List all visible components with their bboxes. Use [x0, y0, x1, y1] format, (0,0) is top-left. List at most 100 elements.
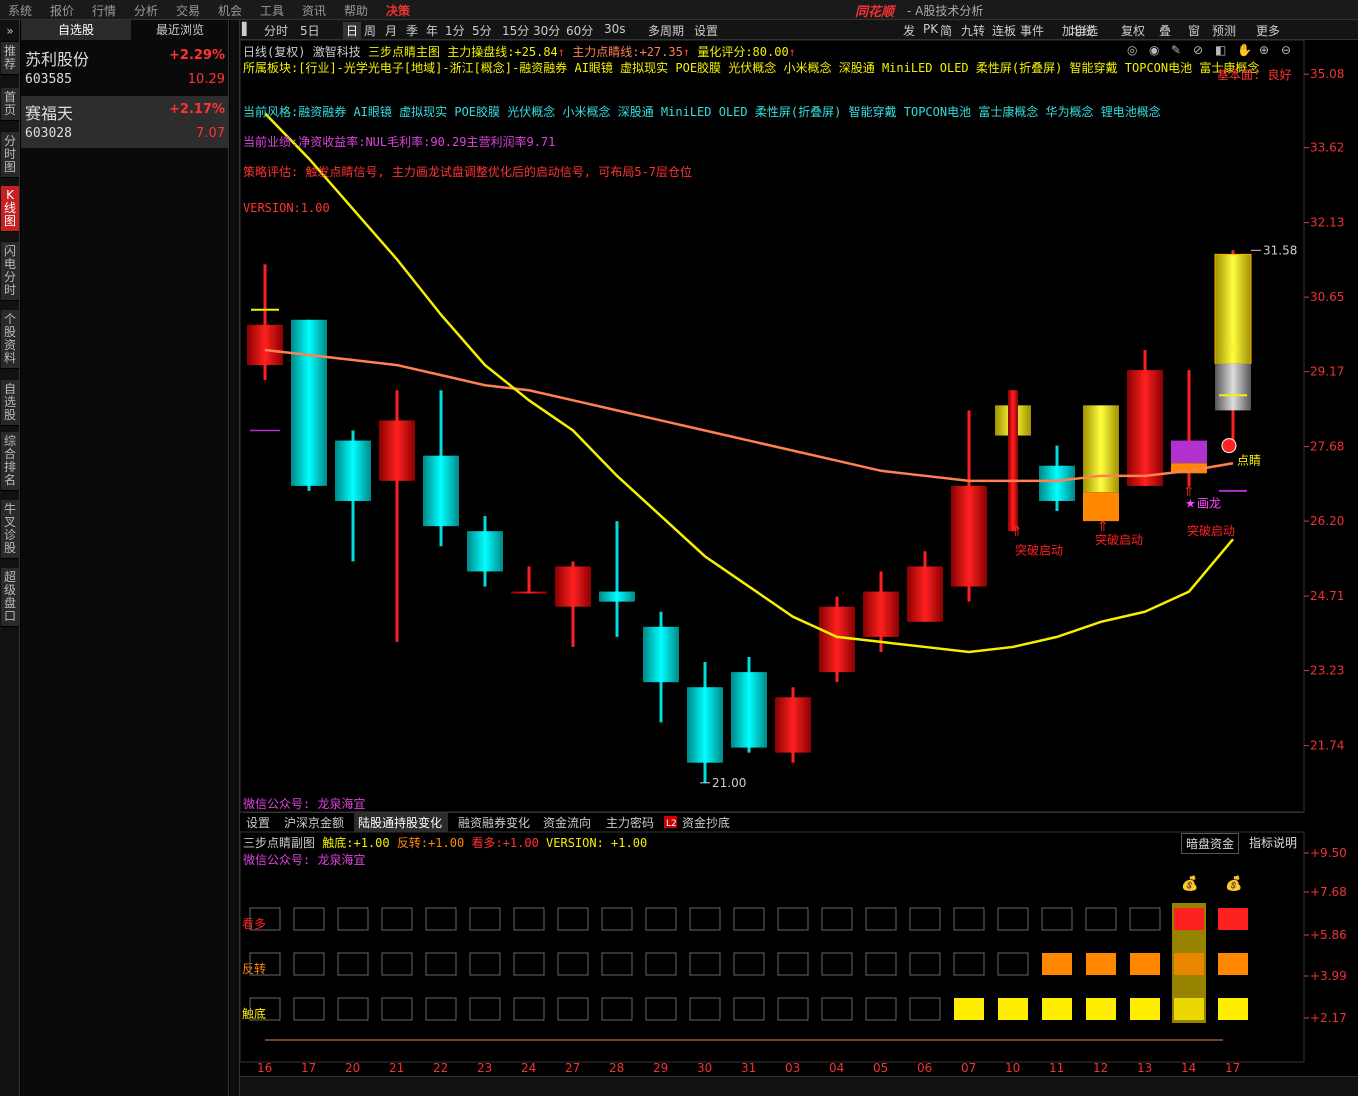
menu-item[interactable]: 分析	[134, 2, 158, 19]
period-button[interactable]: 日	[343, 22, 362, 39]
x-date-label: 11	[1049, 1061, 1064, 1075]
x-date-label: 27	[565, 1061, 580, 1075]
menu-item[interactable]: 报价	[50, 2, 74, 19]
leftnav-item[interactable]: 自选股	[1, 380, 19, 426]
menu-item[interactable]: 决策	[386, 2, 410, 19]
sector-line: 所属板块:[行业]-光学光电子[地域]-浙江[概念]-融资融券 AI眼镜 虚拟现…	[243, 61, 1260, 75]
menu-item[interactable]: 交易	[176, 2, 200, 19]
period-icon[interactable]: ▌	[242, 22, 251, 36]
eye-signal-icon	[1221, 438, 1237, 454]
period-button[interactable]: 分时	[264, 22, 288, 39]
period-button[interactable]: 多周期	[648, 22, 684, 39]
dark-fund-button[interactable]: 暗盘资金	[1181, 833, 1240, 854]
sub-header: 三步点睛副图 触底:+1.00 反转:+1.00 看多:+1.00 VERSIO…	[243, 834, 647, 851]
toolbar-button[interactable]: PK	[923, 22, 938, 36]
candle-body	[511, 591, 547, 594]
leftnav-item[interactable]: 个股资料	[1, 310, 19, 369]
chart-tool-icon[interactable]: ⊖	[1281, 43, 1291, 57]
watch-row[interactable]: 赛福天 603028 +2.17% 7.07	[21, 96, 229, 148]
leftnav-item[interactable]: K线图	[1, 186, 19, 232]
period-button[interactable]: 30分	[533, 22, 560, 39]
x-date-label: 10	[1005, 1061, 1020, 1075]
signal-cell-off	[733, 952, 765, 976]
x-date-label: 21	[389, 1061, 404, 1075]
chart-tool-icon[interactable]: ◧	[1215, 43, 1226, 57]
chart-tool-icon[interactable]: ◉	[1149, 43, 1159, 57]
star-icon: ★	[1185, 496, 1196, 510]
leftnav-item[interactable]: 综合排名	[1, 432, 19, 491]
stock-price: 7.07	[196, 126, 225, 141]
toolbar-button[interactable]: 九转	[961, 22, 985, 39]
toolbar-button[interactable]: 预测	[1212, 22, 1236, 39]
chart-tool-icon[interactable]: ✋	[1237, 43, 1252, 57]
x-date-label: 28	[609, 1061, 624, 1075]
period-button[interactable]: 季	[406, 22, 418, 39]
leftnav-item[interactable]: 分时图	[1, 132, 19, 178]
chart-tool-icon[interactable]: ✎	[1171, 43, 1181, 57]
expand-icon[interactable]: »	[1, 22, 19, 42]
stock-change: +2.29%	[169, 48, 225, 63]
stock-title: 激智科技	[312, 45, 361, 59]
signal-cell-off	[733, 997, 765, 1021]
period-button[interactable]: 60分	[566, 22, 593, 39]
chart-tool-icon[interactable]: ◎	[1127, 43, 1137, 57]
chart-tool-icon[interactable]: ⊕	[1259, 43, 1269, 57]
signal-cell-on	[1042, 998, 1072, 1020]
splitter[interactable]	[230, 20, 240, 1096]
tab-watchlist[interactable]: 自选股	[21, 20, 131, 40]
signal-cell-off	[689, 997, 721, 1021]
stock-name: 赛福天	[25, 104, 74, 123]
candle-body	[643, 626, 679, 683]
indicator-help-button[interactable]: 指标说明	[1245, 833, 1301, 852]
toolbar-button[interactable]: 连板	[992, 22, 1016, 39]
indicator-name: 三步点睛主图	[367, 45, 440, 59]
menu-item[interactable]: 帮助	[344, 2, 368, 19]
leftnav-item[interactable]: 超级盘口	[1, 568, 19, 627]
menu-item[interactable]: 资讯	[302, 2, 326, 19]
toolbar-button[interactable]: 窗	[1188, 22, 1200, 39]
toolbar-button[interactable]: 复权	[1121, 22, 1145, 39]
annotation-label: 突破启动	[1015, 543, 1063, 558]
toolbar-button[interactable]: 更多	[1256, 22, 1280, 39]
y-tick-label: 23.23	[1310, 664, 1344, 678]
menu-item[interactable]: 系统	[8, 2, 32, 19]
period-button[interactable]: 周	[364, 22, 376, 39]
leftnav-item[interactable]: 首页	[1, 88, 19, 121]
toolbar-button[interactable]: 事件	[1020, 22, 1044, 39]
annotation-label: 画龙	[1197, 496, 1221, 510]
period-button[interactable]: 5日	[300, 22, 320, 39]
signal-cell-off	[293, 952, 325, 976]
sub-y-tick-label: +3.99	[1310, 969, 1347, 983]
period-button[interactable]: 月	[385, 22, 397, 39]
sub-version: VERSION: +1.00	[546, 836, 648, 850]
leftnav-item[interactable]: 牛叉诊股	[1, 500, 19, 559]
period-button[interactable]: 5分	[472, 22, 492, 39]
signal-cell-on	[1218, 908, 1248, 930]
period-button[interactable]: 设置	[694, 22, 718, 39]
sub-y-tick-label: +5.86	[1310, 928, 1347, 942]
period-button[interactable]: 年	[426, 22, 438, 39]
menu-item[interactable]: 工具	[260, 2, 284, 19]
tab-recent[interactable]: 最近浏览	[131, 20, 229, 40]
chart-mode: 日线(复权)	[243, 45, 306, 59]
chart-tool-icon[interactable]: ⊘	[1193, 43, 1203, 57]
leftnav-item[interactable]: 闪电分时	[1, 242, 19, 301]
menu-item[interactable]: 机会	[218, 2, 242, 19]
money-bag-icon: 💰	[1181, 875, 1198, 892]
menu-item[interactable]: 行情	[92, 2, 116, 19]
signal-cell-off	[689, 907, 721, 931]
watch-row[interactable]: 苏利股份 603585 +2.29% 10.29	[21, 42, 229, 94]
period-button[interactable]: 1分	[445, 22, 465, 39]
sub-v1: +1.00	[353, 836, 390, 850]
signal-cell-off	[997, 907, 1029, 931]
leftnav-item[interactable]: 推荐	[1, 42, 19, 75]
period-button[interactable]: 30s	[604, 22, 626, 36]
period-button[interactable]: 15分	[502, 22, 529, 39]
toolbar-button[interactable]: 发	[903, 22, 915, 39]
chart-canvas[interactable]: 35.08 33.62 32.13 30.65 29.17 27.68 26.20 24.71…	[240, 40, 1358, 1096]
signal-cell-off	[513, 997, 545, 1021]
strategy-line: 策略评估: 触发点睛信号, 主力画龙试盘调整优化后的启动信号, 可布局5-7层仓…	[243, 165, 693, 179]
toolbar-button[interactable]: 均线	[1070, 22, 1094, 39]
toolbar-button[interactable]: 叠	[1159, 22, 1171, 39]
toolbar-button[interactable]: 简	[940, 22, 952, 39]
